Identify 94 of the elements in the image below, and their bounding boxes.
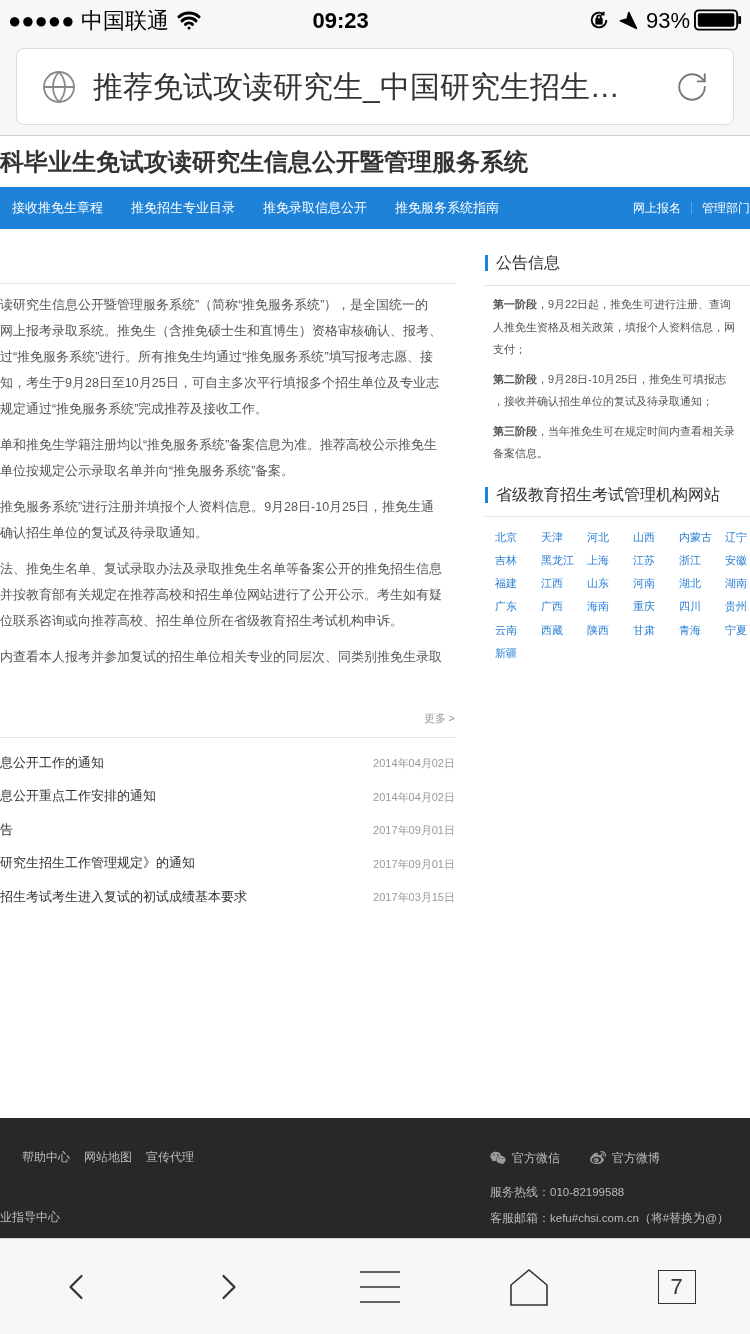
heading-accent-bar: [485, 255, 488, 271]
province-link[interactable]: 江西: [541, 572, 587, 596]
body-text-line: 过“推免服务系统”进行。所有推免生均通过“推免服务系统”填写报考志愿、接: [0, 349, 434, 366]
notice-text-line: 第一阶段，9月22日起，推免生可进行注册、查询: [493, 297, 733, 312]
nav-link[interactable]: 推免服务系统指南: [395, 198, 499, 218]
body-text-line: 单和推免生学籍注册均以“推免服务系统”备案信息为准。推荐高校公示推免生: [0, 437, 439, 454]
footer-link[interactable]: 业指导中心: [0, 1208, 455, 1226]
province-link[interactable]: 广东: [495, 595, 541, 619]
province-link[interactable]: 湖北: [679, 572, 725, 596]
province-link[interactable]: 上海: [587, 548, 633, 573]
page-title: 推荐免试攻读研究生_中国研究生招生…: [93, 69, 621, 105]
news-link[interactable]: 招生考试考生进入复试的初试成绩基本要求: [0, 887, 247, 907]
chat-bubbles-icon[interactable]: [490, 1150, 506, 1166]
news-date: 2014年04月02日: [373, 789, 455, 805]
news-link[interactable]: 息公开重点工作安排的通知: [0, 787, 156, 807]
province-link[interactable]: 河北: [587, 525, 633, 549]
province-link[interactable]: 山东: [587, 572, 633, 596]
body-text-line: 位联系咨询或向推荐高校、招生单位所在省级教育招生考试机构申诉。: [0, 613, 404, 630]
nav-link[interactable]: 推免招生专业目录: [131, 198, 235, 218]
footer-link[interactable]: 宣传代理: [146, 1149, 194, 1167]
province-link[interactable]: 广西: [541, 595, 587, 619]
news-date: 2017年09月01日: [373, 823, 455, 838]
heading-accent-bar: [485, 486, 488, 503]
province-link[interactable]: 西藏: [541, 618, 587, 642]
news-date: 2017年09月01日: [373, 856, 455, 872]
body-text-line: 知，考生于9月28日至10月25日，可自主多次平行填报多个招生单位及专业志: [0, 375, 440, 392]
email-text: 客服邮箱：kefu#chsi.com.cn（将#替换为@）: [490, 1211, 729, 1227]
news-link[interactable]: 息公开工作的通知: [0, 753, 104, 773]
news-link[interactable]: 研究生招生工作管理规定》的通知: [0, 854, 195, 874]
body-text-line: 内查看本人报考并参加复试的招生单位相关专业的同层次、同类别推免生录取: [0, 649, 443, 666]
province-link[interactable]: 内蒙古: [679, 525, 725, 549]
body-text-line: 确认招生单位的复试及待录取通知。: [0, 525, 209, 542]
province-link[interactable]: 北京: [495, 525, 541, 549]
globe-icon: [41, 68, 77, 105]
province-link[interactable]: 青海: [679, 618, 725, 642]
province-link[interactable]: 江苏: [633, 548, 679, 573]
more-link[interactable]: 更多 >: [423, 710, 455, 727]
battery-icon: [694, 9, 742, 31]
address-bar[interactable]: 推荐免试攻读研究生_中国研究生招生…: [16, 48, 734, 125]
province-link[interactable]: 湖南: [725, 572, 750, 596]
carrier-text: ●●●●● 中国联通: [8, 6, 169, 35]
province-link[interactable]: 重庆: [633, 595, 679, 619]
province-link[interactable]: 安徽: [725, 548, 750, 573]
nav-link[interactable]: 推免录取信息公开: [263, 198, 367, 218]
nav-link[interactable]: 管理部门: [702, 199, 750, 217]
tabs-button[interactable]: 7: [657, 1269, 696, 1304]
hotline-text: 服务热线：010-82199588: [490, 1185, 626, 1200]
notice-text-line: ，接收并确认招生单位的复试及待录取通知；: [493, 394, 714, 409]
province-link[interactable]: 四川: [679, 595, 725, 619]
weibo-icon[interactable]: [590, 1150, 606, 1166]
body-text-line: 法、推免生名单、复试录取办法及录取推免生名单等备案公开的推免招生信息: [0, 561, 443, 578]
body-text-line: 推免服务系统”进行注册并填报个人资料信息。9月28日-10月25日，推免生通: [0, 499, 435, 516]
province-link[interactable]: 贵州: [725, 595, 750, 619]
menu-icon[interactable]: [360, 1269, 400, 1304]
notice-text-line: 人推免生资格及相关政策，填报个人资料信息，网: [493, 319, 736, 335]
body-text-line: 规定通过“推免服务系统”完成推荐及接收工作。: [0, 401, 270, 418]
province-link[interactable]: 云南: [495, 618, 541, 642]
site-title: 科毕业生免试攻读研究生信息公开暨管理服务系统: [0, 146, 528, 177]
section-heading: 省级教育招生考试管理机构网站: [496, 484, 720, 505]
province-link[interactable]: 浙江: [679, 548, 725, 573]
province-link[interactable]: 吉林: [495, 548, 541, 573]
news-date: 2017年03月15日: [373, 890, 455, 905]
notice-text-line: 第二阶段，9月28日-10月25日，推免生可填报志: [493, 371, 728, 387]
province-link[interactable]: 山西: [633, 525, 679, 549]
nav-link[interactable]: 网上报名: [633, 199, 681, 217]
body-text-line: 单位按规定公示录取名单并向“推免服务系统”备案。: [0, 463, 296, 480]
social-link[interactable]: 官方微信: [512, 1149, 560, 1167]
notice-text-line: 第三阶段，当年推免生可在规定时间内查看相关录: [493, 423, 736, 439]
location-arrow-icon: [617, 10, 638, 30]
province-link[interactable]: 辽宁: [725, 525, 750, 549]
province-link[interactable]: 黑龙江: [541, 548, 587, 573]
footer-link[interactable]: 帮助中心: [22, 1149, 70, 1167]
news-date: 2014年04月02日: [373, 756, 455, 771]
province-link[interactable]: 河南: [633, 572, 679, 596]
section-heading: 公告信息: [496, 253, 560, 273]
battery-percent: 93%: [645, 6, 690, 35]
province-link[interactable]: 新疆: [495, 642, 541, 666]
province-link[interactable]: 海南: [587, 595, 633, 619]
news-link[interactable]: 告: [0, 820, 13, 840]
footer-link[interactable]: 网站地图: [84, 1149, 132, 1167]
body-text-line: 并按教育部有关规定在推荐高校和招生单位网站进行了公开公示。考生如有疑: [0, 587, 443, 604]
clock-text: 09:23: [312, 6, 369, 35]
nav-link[interactable]: 接收推免生章程: [12, 198, 103, 218]
province-link[interactable]: 天津: [541, 525, 587, 549]
province-link[interactable]: 福建: [495, 572, 541, 596]
social-link[interactable]: 官方微博: [612, 1149, 660, 1167]
province-link[interactable]: 陕西: [587, 618, 633, 642]
notice-text-line: 支付；: [493, 342, 527, 357]
body-text-line: 读研究生信息公开暨管理服务系统”（简称“推免服务系统”），是全国统一的: [0, 297, 430, 314]
province-link[interactable]: 甘肃: [633, 618, 679, 642]
body-text-line: 网上报考录取系统。推免生（含推免硕士生和直博生）资格审核确认、报考、: [0, 323, 443, 340]
province-link[interactable]: 宁夏: [725, 618, 750, 642]
home-icon[interactable]: [508, 1267, 549, 1306]
notice-text-line: 备案信息。: [493, 446, 549, 461]
